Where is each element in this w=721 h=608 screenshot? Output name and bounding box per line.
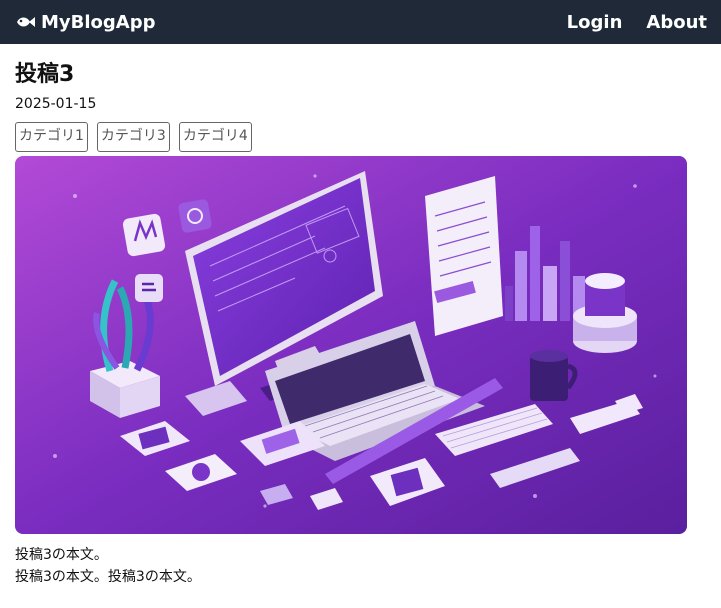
fish-icon [15,15,35,29]
post-body-line: 投稿3の本文。 [15,547,108,563]
post-date: 2025-01-15 [15,96,97,112]
category-tag[interactable]: カテゴリ4 [178,122,252,152]
about-link[interactable]: About [646,12,707,33]
brand-name: MyBlogApp [41,11,156,33]
brand-link[interactable]: MyBlogApp [15,12,156,33]
category-tag[interactable]: カテゴリ3 [96,122,170,152]
navbar: MyBlogApp Login About [0,0,721,44]
login-link[interactable]: Login [567,12,623,33]
post-body-line: 投稿3の本文。投稿3の本文。 [15,569,201,585]
category-tag[interactable]: カテゴリ1 [15,122,88,152]
post-body: 投稿3の本文。 投稿3の本文。投稿3の本文。 [15,544,201,588]
post-image [15,156,687,534]
nav-links: Login About [567,12,707,33]
category-tags: カテゴリ1 カテゴリ3 カテゴリ4 [15,122,252,152]
post-title: 投稿3 [15,62,75,87]
